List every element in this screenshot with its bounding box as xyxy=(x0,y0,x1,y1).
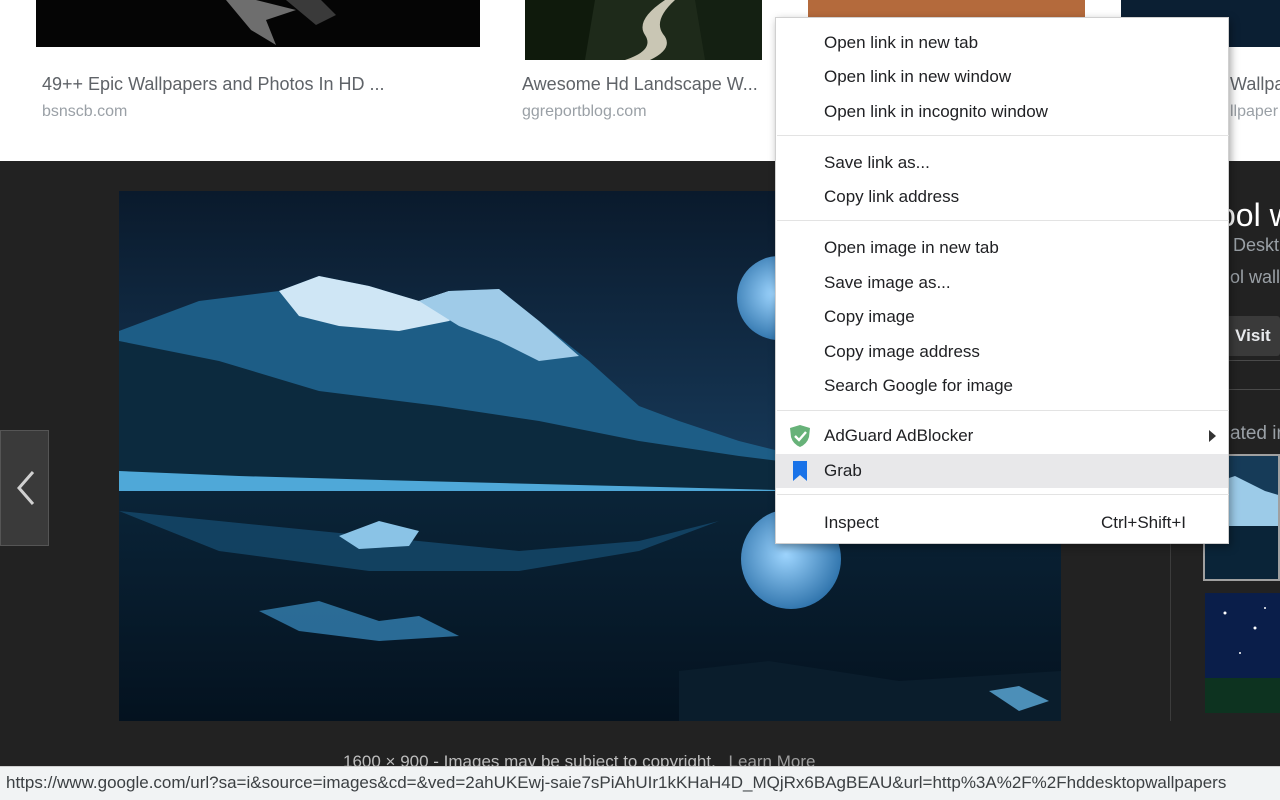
menu-label: Open link in new tab xyxy=(824,33,979,52)
menu-copy-image-address[interactable]: Copy image address xyxy=(776,335,1228,369)
menu-save-image-as[interactable]: Save image as... xyxy=(776,266,1228,300)
result-title-2[interactable]: Awesome Hd Landscape W... xyxy=(522,74,772,95)
result-source-4[interactable]: llpaper xyxy=(1230,103,1280,121)
status-bar-url: https://www.google.com/url?sa=i&source=i… xyxy=(0,766,1280,800)
menu-save-link-as[interactable]: Save link as... xyxy=(776,146,1228,180)
menu-separator xyxy=(777,135,1229,136)
menu-copy-link-address[interactable]: Copy link address xyxy=(776,180,1228,214)
menu-label: Open image in new tab xyxy=(824,238,999,257)
grab-bookmark-icon xyxy=(788,459,812,483)
menu-separator xyxy=(777,220,1229,221)
menu-label: Copy image address xyxy=(824,342,980,361)
menu-separator xyxy=(777,494,1229,495)
menu-open-link-new-window[interactable]: Open link in new window xyxy=(776,60,1228,94)
menu-label: Copy image xyxy=(824,307,915,326)
menu-search-google-image[interactable]: Search Google for image xyxy=(776,369,1228,403)
menu-inspect[interactable]: Inspect Ctrl+Shift+I xyxy=(776,506,1228,540)
menu-label: Save link as... xyxy=(824,153,930,172)
side-panel-description: ol wall xyxy=(1230,267,1280,287)
menu-label: Inspect xyxy=(824,513,879,532)
result-source-2[interactable]: ggreportblog.com xyxy=(522,103,647,121)
menu-copy-image[interactable]: Copy image xyxy=(776,300,1228,334)
previous-image-button[interactable] xyxy=(0,430,49,546)
context-menu: Open link in new tab Open link in new wi… xyxy=(775,17,1229,544)
menu-label: AdGuard AdBlocker xyxy=(824,426,974,445)
related-thumbnail-2[interactable] xyxy=(1205,593,1280,713)
chevron-left-icon xyxy=(16,471,34,505)
menu-label: Open link in incognito window xyxy=(824,102,1048,121)
menu-label: Save image as... xyxy=(824,273,951,292)
menu-adguard[interactable]: AdGuard AdBlocker xyxy=(776,419,1228,453)
menu-shortcut: Ctrl+Shift+I xyxy=(1100,513,1186,532)
menu-label: Copy link address xyxy=(824,187,960,206)
result-thumbnail-3[interactable] xyxy=(808,0,1085,17)
adguard-shield-icon xyxy=(788,424,812,448)
submenu-arrow-icon xyxy=(1209,430,1216,442)
related-images-label: ated in xyxy=(1230,423,1280,444)
result-title-1[interactable]: 49++ Epic Wallpapers and Photos In HD ..… xyxy=(42,74,422,95)
menu-open-link-new-tab[interactable]: Open link in new tab xyxy=(776,26,1228,60)
menu-label: Search Google for image xyxy=(824,376,1013,395)
visit-label: Visit xyxy=(1235,326,1271,345)
menu-label: Open link in new window xyxy=(824,67,1012,86)
side-panel-subtitle: Deskt xyxy=(1233,235,1280,255)
menu-open-link-incognito[interactable]: Open link in incognito window xyxy=(776,95,1228,129)
result-title-4[interactable]: Wallpa xyxy=(1230,74,1280,95)
menu-grab[interactable]: Grab xyxy=(776,454,1228,488)
result-thumbnail-2[interactable] xyxy=(525,0,762,60)
result-source-1[interactable]: bsnscb.com xyxy=(42,103,127,121)
menu-separator xyxy=(777,410,1229,411)
result-thumbnail-1[interactable] xyxy=(36,0,480,47)
menu-label: Grab xyxy=(824,461,862,480)
menu-open-image-new-tab[interactable]: Open image in new tab xyxy=(776,231,1228,265)
